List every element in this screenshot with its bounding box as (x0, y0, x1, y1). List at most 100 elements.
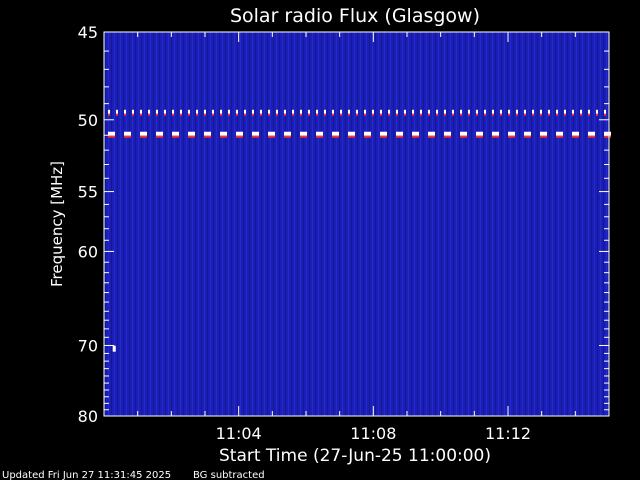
interference-band-mark (364, 109, 366, 114)
x-tick-label: 11:12 (485, 424, 531, 443)
interference-band-mark (140, 109, 142, 114)
interference-band-mark (460, 131, 467, 136)
interference-band-shadow (428, 135, 435, 138)
interference-band-shadow (284, 135, 291, 138)
burst-mark (112, 345, 116, 352)
interference-band-mark (340, 109, 342, 114)
interference-band-shadow (364, 113, 366, 116)
interference-band-mark (132, 109, 134, 114)
interference-band-shadow (252, 113, 254, 116)
interference-band-mark (588, 109, 590, 114)
interference-band-shadow (524, 113, 526, 116)
interference-band-mark (244, 109, 246, 114)
y-axis-label: Frequency [MHz] (48, 161, 66, 287)
interference-band-shadow (524, 135, 531, 138)
interference-band-shadow (244, 113, 246, 116)
interference-band-mark (124, 109, 126, 114)
interference-band-shadow (556, 113, 558, 116)
interference-band-shadow (476, 135, 483, 138)
interference-band-mark (380, 131, 387, 136)
interference-band-shadow (292, 113, 294, 116)
interference-band-shadow (348, 135, 355, 138)
interference-band-mark (268, 131, 275, 136)
interference-band-shadow (268, 135, 275, 138)
interference-band-shadow (380, 135, 387, 138)
interference-band-mark (148, 109, 150, 114)
interference-band-shadow (140, 135, 147, 138)
interference-band-shadow (260, 113, 262, 116)
interference-band-shadow (476, 113, 478, 116)
interference-band-mark (172, 131, 179, 136)
interference-band-shadow (428, 113, 430, 116)
interference-band-mark (388, 109, 390, 114)
interference-band-shadow (572, 113, 574, 116)
interference-band-mark (292, 109, 294, 114)
interference-band-mark (164, 109, 166, 114)
interference-band-shadow (148, 113, 150, 116)
interference-band-shadow (444, 135, 451, 138)
interference-band-mark (372, 109, 374, 114)
interference-band-shadow (268, 113, 270, 116)
y-tick-label: 70 (78, 336, 98, 355)
interference-band-mark (332, 131, 339, 136)
interference-band-shadow (380, 113, 382, 116)
interference-band-mark (108, 109, 110, 114)
interference-band-mark (548, 109, 550, 114)
interference-band-mark (556, 131, 563, 136)
interference-band-mark (420, 109, 422, 114)
interference-band-shadow (132, 113, 134, 116)
interference-band-mark (236, 109, 238, 114)
interference-band-shadow (300, 113, 302, 116)
interference-band-mark (356, 109, 358, 114)
interference-band-mark (540, 131, 547, 136)
interference-band-mark (508, 131, 515, 136)
interference-band-shadow (236, 135, 243, 138)
interference-band-shadow (220, 135, 227, 138)
interference-band-mark (588, 131, 595, 136)
interference-band-shadow (396, 113, 398, 116)
x-axis-label: Start Time (27-Jun-25 11:00:00) (219, 446, 491, 466)
interference-band-shadow (460, 113, 462, 116)
interference-band-mark (412, 131, 419, 136)
interference-band-mark (380, 109, 382, 114)
interference-band-mark (228, 109, 230, 114)
interference-band-mark (596, 109, 598, 114)
interference-band-shadow (596, 113, 598, 116)
interference-band-mark (516, 109, 518, 114)
interference-band-mark (532, 109, 534, 114)
interference-band-mark (156, 131, 163, 136)
interference-band-mark (116, 109, 118, 114)
interference-band-mark (196, 109, 198, 114)
interference-band-mark (428, 109, 430, 114)
interference-band-mark (108, 131, 115, 136)
footer-note: BG subtracted (193, 470, 265, 480)
interference-band-shadow (316, 113, 318, 116)
interference-band-mark (316, 109, 318, 114)
interference-band-shadow (220, 113, 222, 116)
interference-band-shadow (404, 113, 406, 116)
interference-band-shadow (116, 113, 118, 116)
y-tick-label: 50 (78, 111, 98, 130)
interference-band-shadow (108, 113, 110, 116)
interference-band-mark (492, 131, 499, 136)
interference-band-mark (428, 131, 435, 136)
interference-band-mark (444, 131, 451, 136)
interference-band-mark (324, 109, 326, 114)
interference-band-shadow (172, 113, 174, 116)
interference-band-mark (252, 131, 259, 136)
interference-band-mark (572, 109, 574, 114)
interference-band-shadow (388, 113, 390, 116)
interference-band-shadow (364, 135, 371, 138)
interference-band-shadow (572, 135, 579, 138)
interference-band-mark (220, 131, 227, 136)
interference-band-shadow (316, 135, 323, 138)
interference-band-shadow (468, 113, 470, 116)
interference-band-mark (212, 109, 214, 114)
interference-band-shadow (412, 113, 414, 116)
interference-band-mark (348, 131, 355, 136)
interference-band-shadow (252, 135, 259, 138)
y-tick-label: 80 (78, 407, 98, 426)
y-tick-label: 60 (78, 242, 98, 261)
interference-band-mark (236, 131, 243, 136)
interference-band-mark (476, 109, 478, 114)
